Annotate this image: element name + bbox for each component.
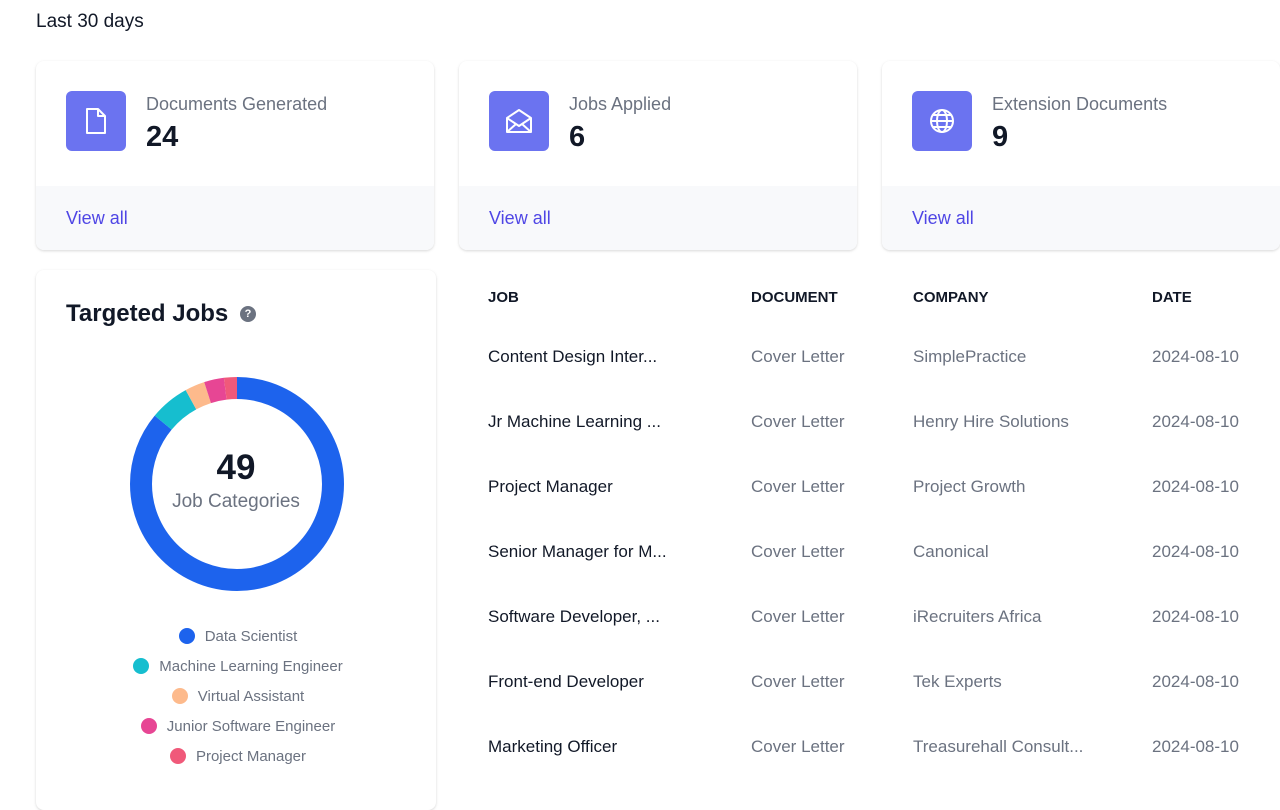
legend-item-project-manager[interactable]: Project Manager xyxy=(36,741,440,771)
stat-value: 6 xyxy=(569,121,586,153)
table-header-row: JOB DOCUMENT COMPANY DATE xyxy=(470,270,1280,324)
job-cell: Front-end Developer xyxy=(488,671,644,691)
job-cell: Jr Machine Learning ... xyxy=(488,411,661,431)
column-header-date[interactable]: DATE xyxy=(1134,270,1280,324)
document-icon xyxy=(66,91,126,151)
table-row[interactable]: Software Developer, ... Cover Letter iRe… xyxy=(470,584,1280,649)
globe-icon xyxy=(912,91,972,151)
job-cell: Content Design Inter... xyxy=(488,346,658,366)
date-cell: 2024-08-10 xyxy=(1152,476,1239,496)
stat-card-footer: View all xyxy=(36,186,434,250)
date-cell: 2024-08-10 xyxy=(1152,736,1239,756)
column-header-job[interactable]: JOB xyxy=(470,270,733,324)
stat-label: Extension Documents xyxy=(992,94,1168,114)
view-all-documents-link[interactable]: View all xyxy=(66,208,128,229)
document-cell: Cover Letter xyxy=(751,476,845,496)
table-row[interactable]: Jr Machine Learning ... Cover Letter Hen… xyxy=(470,389,1280,454)
document-cell: Cover Letter xyxy=(751,606,845,626)
job-cell: Senior Manager for M... xyxy=(488,541,667,561)
donut-center-value: 49 xyxy=(216,448,256,487)
donut-center-label: Job Categories xyxy=(172,491,300,512)
column-header-company[interactable]: COMPANY xyxy=(895,270,1134,324)
table-row[interactable]: Senior Manager for M... Cover Letter Can… xyxy=(470,519,1280,584)
legend-dot xyxy=(133,658,150,674)
document-cell: Cover Letter xyxy=(751,671,845,691)
legend-label: Virtual Assistant xyxy=(197,687,305,705)
legend-dot xyxy=(169,748,186,764)
table-row[interactable]: Front-end Developer Cover Letter Tek Exp… xyxy=(470,649,1280,714)
legend-item-data-scientist[interactable]: Data Scientist xyxy=(36,621,440,651)
table-row[interactable]: Project Manager Cover Letter Project Gro… xyxy=(470,454,1280,519)
stat-card-footer: View all xyxy=(459,186,857,250)
legend-dot xyxy=(178,628,195,644)
stat-label: Jobs Applied xyxy=(569,94,672,114)
job-cell: Project Manager xyxy=(488,476,613,496)
stat-value: 9 xyxy=(992,121,1009,153)
legend-item-junior-software-engineer[interactable]: Junior Software Engineer xyxy=(36,711,440,741)
legend-item-machine-learning-engineer[interactable]: Machine Learning Engineer xyxy=(36,651,440,681)
stat-value: 24 xyxy=(146,121,179,153)
company-cell: iRecruiters Africa xyxy=(913,606,1042,626)
legend-label: Project Manager xyxy=(195,747,307,765)
date-cell: 2024-08-10 xyxy=(1152,541,1239,561)
document-cell: Cover Letter xyxy=(751,541,845,561)
stat-card-body: Jobs Applied 6 xyxy=(459,61,857,186)
company-cell: Project Growth xyxy=(913,476,1026,496)
targeted-jobs-title: Targeted Jobs xyxy=(66,300,229,327)
date-cell: 2024-08-10 xyxy=(1152,671,1239,691)
date-cell: 2024-08-10 xyxy=(1152,606,1239,626)
company-cell: Tek Experts xyxy=(913,671,1002,691)
company-cell: Treasurehall Consult... xyxy=(913,736,1084,756)
stat-card-documents-generated: Documents Generated 24 View all xyxy=(36,61,434,250)
targeted-jobs-card: Targeted Jobs ? 49 Job Categories Data S… xyxy=(36,270,436,810)
date-cell: 2024-08-10 xyxy=(1152,346,1239,366)
document-cell: Cover Letter xyxy=(751,411,845,431)
envelope-open-icon xyxy=(489,91,549,151)
stat-card-jobs-applied: Jobs Applied 6 View all xyxy=(459,61,857,250)
table-row[interactable]: Content Design Inter... Cover Letter Sim… xyxy=(470,324,1280,389)
legend-label: Junior Software Engineer xyxy=(166,717,336,735)
job-cell: Marketing Officer xyxy=(488,736,618,756)
company-cell: Canonical xyxy=(913,541,989,561)
legend-dot xyxy=(140,718,157,734)
legend-label: Machine Learning Engineer xyxy=(159,657,343,675)
company-cell: SimplePractice xyxy=(913,346,1027,366)
period-label: Last 30 days xyxy=(36,11,144,32)
company-cell: Henry Hire Solutions xyxy=(913,411,1069,431)
job-cell: Software Developer, ... xyxy=(488,606,660,626)
column-header-document[interactable]: DOCUMENT xyxy=(733,270,895,324)
stat-label: Documents Generated xyxy=(146,94,328,114)
date-cell: 2024-08-10 xyxy=(1152,411,1239,431)
stat-card-body: Extension Documents 9 xyxy=(882,61,1280,186)
legend-item-virtual-assistant[interactable]: Virtual Assistant xyxy=(36,681,440,711)
stat-card-footer: View all xyxy=(882,186,1280,250)
legend-label: Data Scientist xyxy=(204,627,298,645)
legend-dot xyxy=(171,688,188,704)
help-icon[interactable]: ? xyxy=(240,306,256,322)
view-all-jobs-link[interactable]: View all xyxy=(489,208,551,229)
stat-card-extension-documents: Extension Documents 9 View all xyxy=(882,61,1280,250)
documents-table: JOB DOCUMENT COMPANY DATE Content Design… xyxy=(470,270,1280,779)
view-all-extension-link[interactable]: View all xyxy=(912,208,974,229)
stat-card-body: Documents Generated 24 xyxy=(36,61,434,186)
document-cell: Cover Letter xyxy=(751,346,845,366)
document-cell: Cover Letter xyxy=(751,736,845,756)
table-row[interactable]: Marketing Officer Cover Letter Treasureh… xyxy=(470,714,1280,779)
donut-legend: Data Scientist Machine Learning Engineer… xyxy=(36,621,440,771)
